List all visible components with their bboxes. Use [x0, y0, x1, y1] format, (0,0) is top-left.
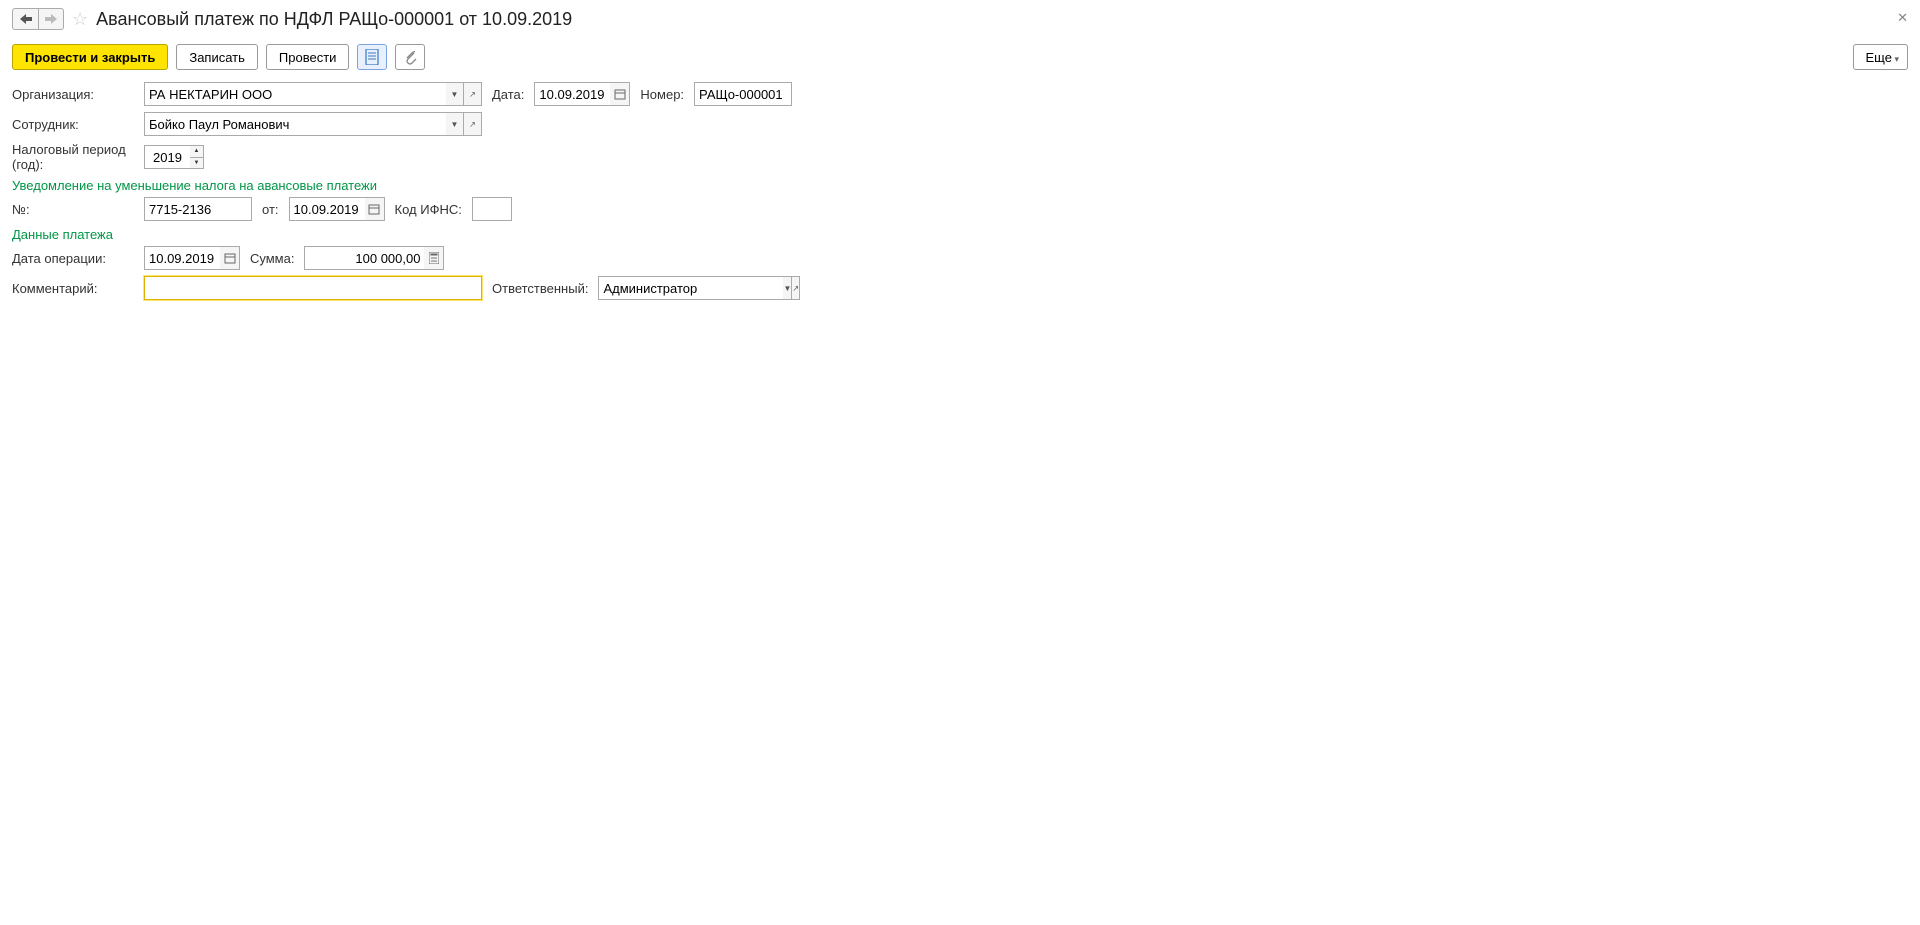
notice-from-label: от:	[262, 202, 279, 217]
notice-no-input[interactable]	[144, 197, 252, 221]
nav-back-button[interactable]	[12, 8, 38, 30]
number-input[interactable]	[694, 82, 792, 106]
dropdown-icon[interactable]: ▼	[446, 82, 464, 106]
arrow-left-icon	[20, 14, 32, 24]
calculator-icon[interactable]	[424, 246, 444, 270]
date-input[interactable]	[534, 82, 610, 106]
date-label: Дата:	[492, 87, 524, 102]
op-date-field[interactable]	[144, 246, 240, 270]
page-title: Авансовый платеж по НДФЛ РАЩо-000001 от …	[96, 9, 572, 30]
organization-label: Организация:	[12, 87, 134, 102]
save-button[interactable]: Записать	[176, 44, 258, 70]
responsible-input[interactable]	[598, 276, 783, 300]
spin-down-icon[interactable]: ▼	[190, 158, 203, 169]
organization-combo[interactable]: ▼ ↗	[144, 82, 482, 106]
comment-label: Комментарий:	[12, 281, 134, 296]
date-field[interactable]	[534, 82, 630, 106]
op-date-label: Дата операции:	[12, 251, 134, 266]
notice-date-input[interactable]	[289, 197, 365, 221]
dropdown-icon[interactable]: ▼	[783, 276, 792, 300]
open-icon[interactable]: ↗	[792, 276, 800, 300]
dropdown-icon[interactable]: ▼	[446, 112, 464, 136]
tax-year-spinner[interactable]: ▲ ▼	[144, 145, 204, 169]
sum-input[interactable]	[304, 246, 424, 270]
responsible-label: Ответственный:	[492, 281, 588, 296]
calendar-icon[interactable]	[610, 82, 630, 106]
sum-field[interactable]	[304, 246, 444, 270]
number-label: Номер:	[640, 87, 684, 102]
section-notice-title: Уведомление на уменьшение налога на аван…	[12, 178, 1908, 193]
tax-year-input[interactable]	[144, 145, 190, 169]
report-button[interactable]	[357, 44, 387, 70]
organization-input[interactable]	[144, 82, 446, 106]
arrow-right-icon	[45, 14, 57, 24]
post-and-close-button[interactable]: Провести и закрыть	[12, 44, 168, 70]
attachments-button[interactable]	[395, 44, 425, 70]
notice-date-field[interactable]	[289, 197, 385, 221]
report-icon	[365, 49, 379, 65]
section-payment-title: Данные платежа	[12, 227, 1908, 242]
nav-forward-button[interactable]	[38, 8, 64, 30]
ifns-code-label: Код ИФНС:	[395, 202, 462, 217]
comment-input[interactable]	[144, 276, 482, 300]
open-icon[interactable]: ↗	[464, 112, 482, 136]
employee-label: Сотрудник:	[12, 117, 134, 132]
more-button[interactable]: Еще	[1853, 44, 1908, 70]
post-button[interactable]: Провести	[266, 44, 350, 70]
op-date-input[interactable]	[144, 246, 220, 270]
paperclip-icon	[403, 49, 417, 65]
open-icon[interactable]: ↗	[464, 82, 482, 106]
notice-no-label: №:	[12, 202, 134, 217]
calendar-icon[interactable]	[365, 197, 385, 221]
sum-label: Сумма:	[250, 251, 294, 266]
responsible-combo[interactable]: ▼ ↗	[598, 276, 768, 300]
close-button[interactable]: ✕	[1897, 10, 1908, 26]
tax-year-label: Налоговый период (год):	[12, 142, 134, 172]
employee-input[interactable]	[144, 112, 446, 136]
ifns-code-input[interactable]	[472, 197, 512, 221]
spin-up-icon[interactable]: ▲	[190, 146, 203, 158]
favorite-star-icon[interactable]: ☆	[72, 9, 88, 30]
employee-combo[interactable]: ▼ ↗	[144, 112, 482, 136]
calendar-icon[interactable]	[220, 246, 240, 270]
